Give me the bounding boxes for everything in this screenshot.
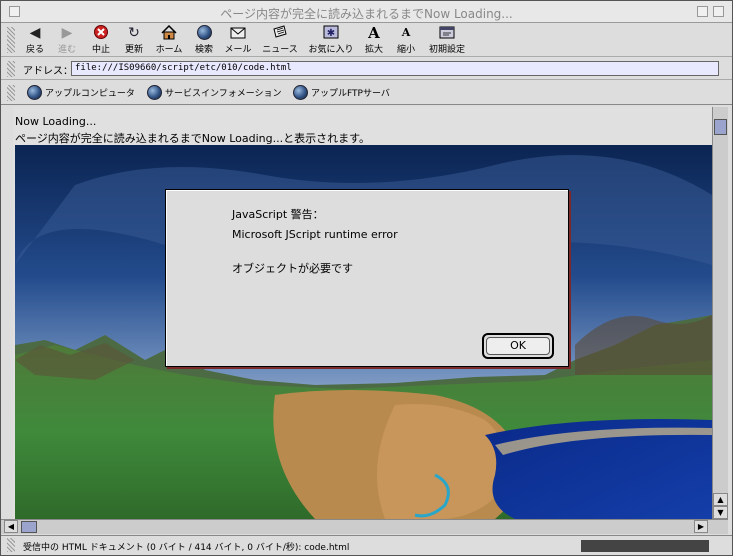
favorites-button[interactable]: ✱ お気に入り — [307, 25, 355, 55]
stop-icon — [89, 25, 113, 41]
favorites-bar-grip[interactable] — [7, 85, 15, 101]
favorite-label: アップルコンピュータ — [45, 89, 135, 99]
refresh-icon: ↻ — [128, 25, 140, 41]
text-smaller-button[interactable]: A 縮小 — [395, 25, 417, 55]
stop-button[interactable]: 中止 — [89, 25, 113, 55]
collapse-box[interactable] — [713, 6, 724, 17]
ok-button-label: OK — [486, 337, 550, 355]
home-button[interactable]: ホーム — [153, 24, 185, 55]
back-arrow-icon: ◀ — [29, 25, 41, 41]
back-label: 戻る — [25, 45, 44, 55]
favorite-label: アップルFTPサーバ — [311, 89, 390, 99]
forward-button[interactable]: ▶ 進む — [55, 25, 79, 55]
favorite-apple-computer[interactable]: アップルコンピュータ — [27, 85, 135, 100]
dialog-error-message: Microsoft JScript runtime error — [232, 228, 398, 241]
text-larger-button[interactable]: A 拡大 — [363, 25, 385, 55]
favorite-label: サービスインフォメーション — [165, 89, 282, 99]
toolbar: ◀ 戻る ▶ 進む 中止 ↻ 更新 ホーム 検索 メール ニュース ✱ お気に入… — [1, 23, 732, 57]
toolbar-grip[interactable] — [7, 27, 15, 53]
text-larger-icon: A — [368, 24, 380, 42]
scroll-right-arrow-icon[interactable]: ▶ — [694, 520, 708, 533]
text-smaller-label: 縮小 — [396, 45, 415, 55]
preferences-label: 初期設定 — [428, 45, 465, 55]
search-button[interactable]: 検索 — [191, 25, 217, 55]
vertical-scroll-thumb[interactable] — [714, 119, 727, 135]
refresh-label: 更新 — [124, 45, 143, 55]
news-label: ニュース — [262, 45, 298, 55]
search-label: 検索 — [194, 45, 213, 55]
home-label: ホーム — [155, 45, 183, 55]
stop-label: 中止 — [91, 45, 110, 55]
scroll-left-arrow-icon[interactable]: ◀ — [4, 520, 18, 533]
text-larger-label: 拡大 — [364, 45, 383, 55]
mail-label: メール — [224, 45, 252, 55]
favorite-service-information[interactable]: サービスインフォメーション — [147, 85, 282, 100]
ok-button[interactable]: OK — [482, 333, 554, 359]
javascript-alert-dialog: JavaScript 警告： Microsoft JScript runtime… — [165, 189, 569, 367]
mail-icon — [223, 25, 253, 41]
description-text: ページ内容が完全に読み込まれるまでNow Loading...と表示されます。 — [15, 132, 371, 145]
title-bar[interactable]: ページ内容が完全に読み込まれるまでNow Loading... — [1, 1, 732, 23]
zoom-box[interactable] — [697, 6, 708, 17]
window-title: ページ内容が完全に読み込まれるまでNow Loading... — [220, 7, 513, 21]
favorites-icon: ✱ — [307, 25, 355, 41]
favorites-label: お気に入り — [308, 45, 354, 55]
forward-arrow-icon: ▶ — [61, 25, 73, 41]
progress-indicator — [581, 540, 709, 552]
news-button[interactable]: ニュース — [262, 25, 298, 55]
preferences-icon — [427, 25, 467, 41]
scroll-up-arrow-icon[interactable]: ▲ — [713, 493, 728, 506]
globe-icon — [147, 85, 162, 100]
back-button[interactable]: ◀ 戻る — [23, 25, 47, 55]
horizontal-scroll-thumb[interactable] — [21, 521, 37, 533]
mail-button[interactable]: メール — [223, 25, 253, 55]
text-smaller-icon: A — [401, 26, 411, 39]
status-bar: 受信中の HTML ドキュメント (0 バイト / 414 バイト, 0 バイト… — [1, 535, 732, 555]
news-icon — [262, 25, 298, 41]
dialog-detail-message: オブジェクトが必要です — [232, 262, 353, 275]
scroll-down-arrow-icon[interactable]: ▼ — [713, 506, 728, 519]
home-icon — [153, 24, 185, 41]
loading-text: Now Loading... — [15, 115, 97, 128]
favorites-bar: アップルコンピュータ サービスインフォメーション アップルFTPサーバ — [1, 81, 732, 105]
address-input[interactable]: file:///IS09660/script/etc/010/code.html — [71, 61, 719, 76]
refresh-button[interactable]: ↻ 更新 — [122, 25, 146, 55]
status-text: 受信中の HTML ドキュメント (0 バイト / 414 バイト, 0 バイト… — [23, 543, 350, 553]
globe-icon — [293, 85, 308, 100]
svg-text:✱: ✱ — [327, 28, 335, 39]
browser-window: ページ内容が完全に読み込まれるまでNow Loading... ◀ 戻る ▶ 進… — [0, 0, 733, 556]
search-globe-icon — [191, 25, 217, 41]
globe-icon — [27, 85, 42, 100]
status-bar-grip — [7, 538, 15, 552]
address-bar: アドレス： file:///IS09660/script/etc/010/cod… — [1, 58, 732, 80]
dialog-title: JavaScript 警告： — [232, 208, 324, 221]
address-label: アドレス： — [23, 66, 73, 77]
address-bar-grip[interactable] — [7, 61, 15, 77]
favorite-apple-ftp-server[interactable]: アップルFTPサーバ — [293, 85, 390, 100]
forward-label: 進む — [57, 45, 76, 55]
vertical-scrollbar[interactable]: ▲ ▼ — [712, 107, 728, 519]
preferences-button[interactable]: 初期設定 — [427, 25, 467, 55]
horizontal-scrollbar[interactable]: ◀ ▶ — [1, 519, 728, 534]
